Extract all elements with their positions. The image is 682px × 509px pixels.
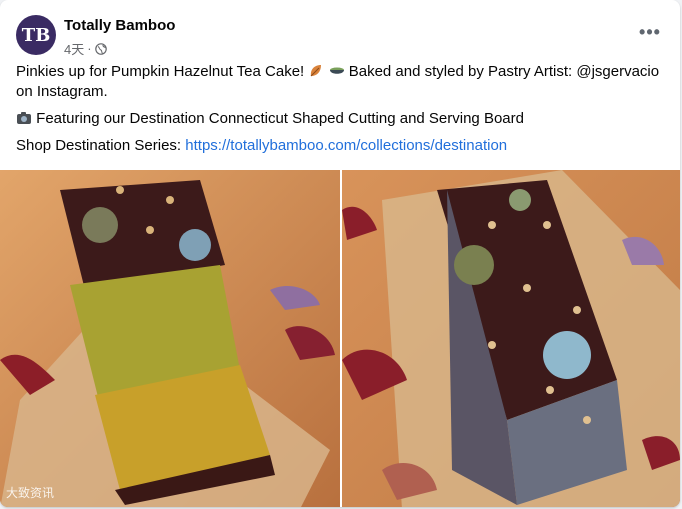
post-header: TB Totally Bamboo 4天 · •••	[16, 12, 664, 58]
avatar-initials: TB	[21, 24, 51, 46]
sliced-cake-photo	[0, 170, 340, 507]
page-name-link[interactable]: Totally Bamboo	[64, 17, 175, 34]
post-line-3: Shop Destination Series: https://totally…	[16, 136, 664, 156]
post-meta: 4天 ·	[64, 39, 107, 58]
post-line-2: Featuring our Destination Connecticut Sh…	[16, 109, 664, 129]
photo-grid: 大致资讯	[0, 170, 680, 507]
photo-right[interactable]	[342, 170, 680, 507]
photo-watermark: 大致资讯	[6, 484, 54, 501]
camera-emoji	[17, 112, 31, 124]
bowl-emoji	[329, 67, 344, 74]
watermark-text: 大致资讯	[6, 486, 55, 500]
fallen-leaf-emoji	[311, 65, 322, 77]
whole-cake-photo	[342, 170, 680, 507]
globe-icon	[94, 42, 107, 55]
post-line-3-prefix: Shop Destination Series:	[16, 137, 182, 154]
post-line-1-text: Pinkies up for Pumpkin Hazelnut Tea Cake…	[16, 63, 305, 80]
post-timestamp[interactable]: 4天	[64, 39, 84, 58]
page-avatar[interactable]: TB	[16, 15, 56, 55]
post-card: TB Totally Bamboo 4天 · ••• Pinkies up fo…	[0, 0, 680, 507]
post-line-1: Pinkies up for Pumpkin Hazelnut Tea Cake…	[16, 62, 664, 102]
destination-series-link[interactable]: https://totallybamboo.com/collections/de…	[185, 137, 507, 154]
photo-left[interactable]: 大致资讯	[0, 170, 340, 507]
post-line-2-text: Featuring our Destination Connecticut Sh…	[36, 110, 524, 127]
post-body: Pinkies up for Pumpkin Hazelnut Tea Cake…	[16, 62, 664, 156]
more-options-icon[interactable]: •••	[636, 18, 664, 46]
meta-separator: ·	[87, 41, 92, 56]
